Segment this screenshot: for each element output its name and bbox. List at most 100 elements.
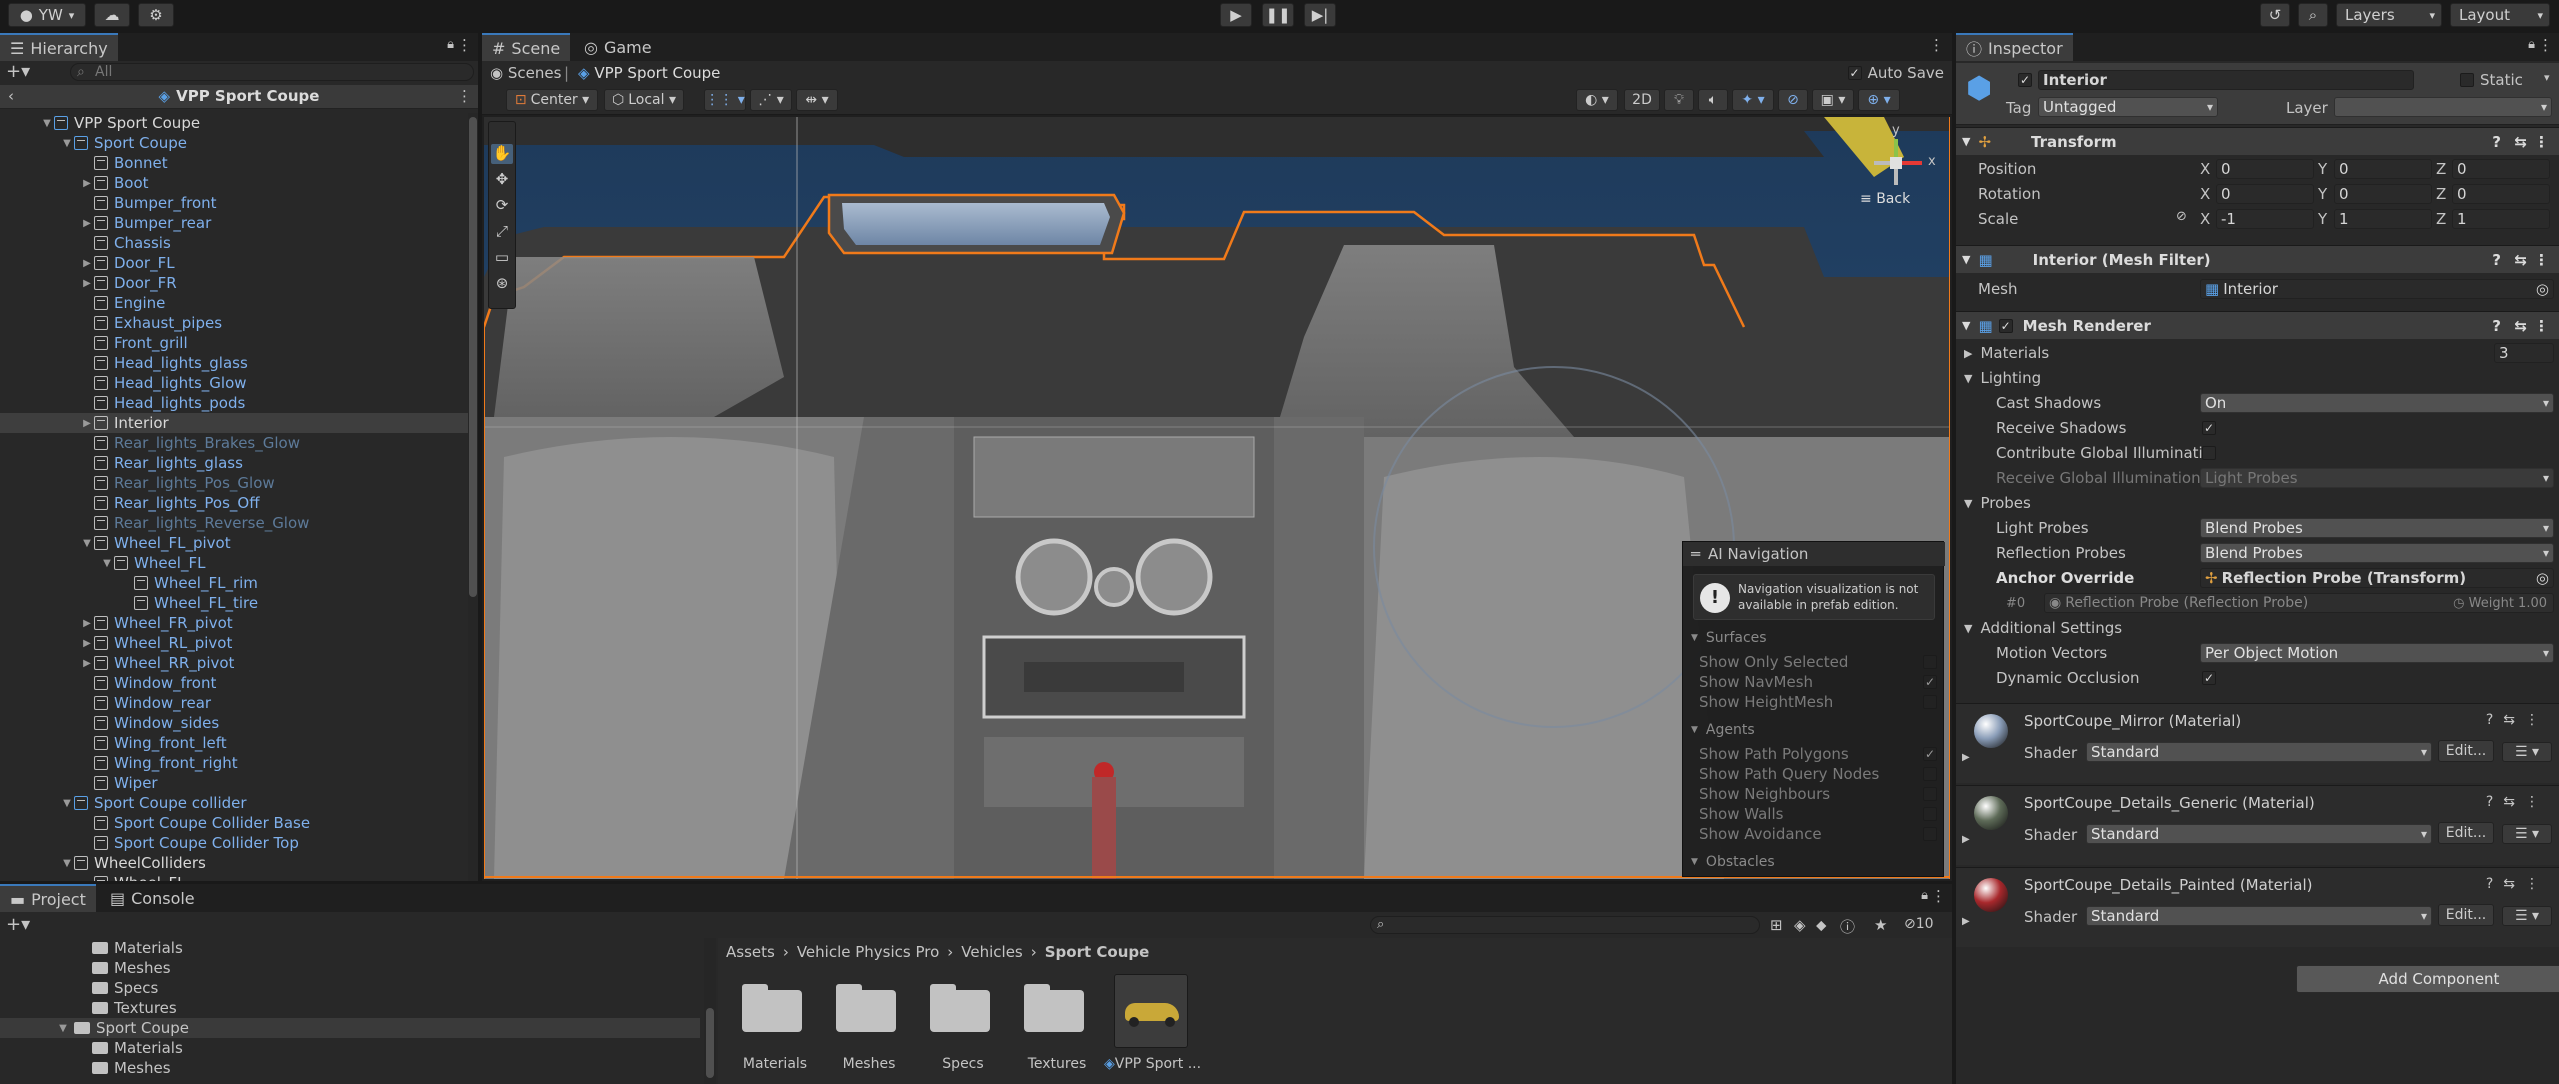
edit-shader-button[interactable]: Edit... <box>2438 822 2494 844</box>
grid-snap-button[interactable]: ⋮⋮ ▾ <box>704 89 746 111</box>
visibility-toggle[interactable]: ⊘ <box>1778 89 1808 111</box>
ai-nav-section-header[interactable]: ▼ Agents <box>1691 720 1755 740</box>
hierarchy-item[interactable]: Rear_lights_Brakes_Glow <box>0 433 470 453</box>
search-by-label-icon[interactable]: ⬥ <box>1816 916 1827 934</box>
preset-icon[interactable]: ⇆ <box>2503 712 2525 728</box>
hierarchy-item[interactable]: ▶ Wheel_FR_pivot <box>0 613 470 633</box>
collapse-arrow-icon[interactable]: ▶ <box>80 178 94 189</box>
transform-header[interactable]: ▼ ✢ Transform ? ⇆ ⋮ <box>1956 127 2559 155</box>
hand-tool-icon[interactable]: ✋ <box>491 144 513 164</box>
project-search-input[interactable]: ⌕ <box>1370 916 1760 934</box>
2d-toggle[interactable]: 2D <box>1624 89 1660 111</box>
project-asset-item[interactable]: ◈VPP Sport ... <box>1104 974 1201 1082</box>
project-tree-item[interactable]: Meshes <box>0 1058 700 1078</box>
tab-hierarchy[interactable]: ☰ Hierarchy <box>0 33 118 61</box>
step-button[interactable]: ▶| <box>1304 3 1336 27</box>
gizmos-button[interactable]: ⊕ ▾ <box>1858 89 1900 111</box>
ai-nav-option-checkbox[interactable] <box>1923 695 1937 709</box>
axis-y-label[interactable]: Y <box>2318 210 2327 228</box>
kebab-menu-icon[interactable]: ⋮ <box>457 87 472 105</box>
ai-nav-option-checkbox[interactable] <box>1923 655 1937 669</box>
collapse-arrow-icon[interactable]: ▶ <box>80 218 94 229</box>
layers-dropdown[interactable]: Layers ▾ <box>2336 3 2442 27</box>
static-checkbox[interactable] <box>2460 73 2474 87</box>
shader-list-button[interactable]: ☰ ▾ <box>2502 906 2552 926</box>
layer-dropdown[interactable] <box>2334 97 2552 117</box>
hidden-packages-toggle[interactable]: ⊘10 <box>1904 916 1934 932</box>
project-breadcrumb-item[interactable]: Sport Coupe <box>1045 943 1150 961</box>
kebab-menu-icon[interactable]: ⋮ <box>2525 876 2549 892</box>
hierarchy-item[interactable]: Exhaust_pipes <box>0 313 470 333</box>
hierarchy-item[interactable]: Head_lights_pods <box>0 393 470 413</box>
active-checkbox[interactable]: ✓ <box>2018 73 2032 87</box>
scale-y-field[interactable]: 1 <box>2334 209 2432 229</box>
hierarchy-item[interactable]: ▶ Door_FR <box>0 273 470 293</box>
hierarchy-scrollbar[interactable] <box>468 113 478 881</box>
project-asset-item[interactable]: Meshes <box>822 974 912 1082</box>
object-name-input[interactable]: Interior <box>2038 70 2414 90</box>
hierarchy-item[interactable]: Head_lights_glass <box>0 353 470 373</box>
collapse-arrow-icon[interactable]: ▶ <box>80 638 94 649</box>
hierarchy-item[interactable]: Window_rear <box>0 693 470 713</box>
shading-mode-button[interactable]: ◐ ▾ <box>1576 89 1618 111</box>
rotation-z-field[interactable]: 0 <box>2452 184 2550 204</box>
edit-shader-button[interactable]: Edit... <box>2438 904 2494 926</box>
project-tree-scrollbar-thumb[interactable] <box>706 1008 714 1078</box>
position-z-field[interactable]: 0 <box>2452 159 2550 179</box>
rotation-y-field[interactable]: 0 <box>2334 184 2432 204</box>
scene-orientation-gizmo[interactable]: y x ≡ Back <box>1848 123 1944 213</box>
chevron-down-icon[interactable]: ▾ <box>2544 71 2550 84</box>
axis-z-label[interactable]: Z <box>2436 185 2446 203</box>
hierarchy-item[interactable]: Wheel_FL_rim <box>0 573 470 593</box>
hierarchy-item[interactable]: Wing_front_left <box>0 733 470 753</box>
kebab-menu-icon[interactable]: ⋮ <box>1929 36 1944 54</box>
project-tree-item[interactable]: Materials <box>0 938 700 958</box>
tab-console[interactable]: ▤ Console <box>100 884 205 912</box>
hierarchy-item[interactable]: Head_lights_Glow <box>0 373 470 393</box>
audio-toggle[interactable]: 🔈︎ <box>1698 89 1728 111</box>
breadcrumb-scenes[interactable]: ◉ Scenes <box>490 64 561 82</box>
hierarchy-item[interactable]: Sport Coupe Collider Top <box>0 833 470 853</box>
fold-arrow-icon[interactable]: ▶ <box>1962 752 1970 763</box>
kebab-menu-icon[interactable]: ⋮ <box>2534 317 2549 335</box>
pivot-dropdown[interactable]: ⊡ Center ▾ <box>506 89 598 111</box>
preset-icon[interactable]: ⇆ <box>2503 794 2525 810</box>
play-button[interactable]: ▶ <box>1220 3 1252 27</box>
mesh-field[interactable]: ▦ Interior ◎ <box>2200 279 2554 299</box>
hierarchy-item[interactable]: ▼ Wheel_FL_pivot <box>0 533 470 553</box>
object-picker-icon[interactable]: ◎ <box>2536 569 2549 587</box>
help-icon[interactable]: ? <box>2486 876 2503 892</box>
project-tree-item[interactable]: Specs <box>0 978 700 998</box>
expand-arrow-icon[interactable]: ▼ <box>80 538 94 549</box>
ai-nav-option-checkbox[interactable]: ✓ <box>1923 747 1937 761</box>
project-breadcrumb-item[interactable]: Vehicles <box>961 943 1022 961</box>
star-icon[interactable]: ★ <box>1874 916 1887 934</box>
help-icon[interactable]: ? <box>2492 251 2501 269</box>
hierarchy-item[interactable]: ▶ Bumper_rear <box>0 213 470 233</box>
hierarchy-item[interactable]: Bumper_front <box>0 193 470 213</box>
hierarchy-item[interactable]: Rear_lights_Pos_Off <box>0 493 470 513</box>
kebab-menu-icon[interactable]: ⋮ <box>2534 251 2549 269</box>
add-component-button[interactable]: Add Component <box>2296 965 2559 993</box>
space-dropdown[interactable]: ⬡ Local ▾ <box>604 89 684 111</box>
preset-icon[interactable]: ⇆ <box>2503 876 2525 892</box>
project-tree-item[interactable]: ▼ Sport Coupe <box>0 1018 700 1038</box>
add-icon[interactable]: +▾ <box>6 61 30 82</box>
hierarchy-item[interactable]: Rear_lights_Reverse_Glow <box>0 513 470 533</box>
collapse-arrow-icon[interactable]: ▶ <box>80 418 94 429</box>
collapse-arrow-icon[interactable]: ▶ <box>80 618 94 629</box>
lock-icon[interactable]: 🔒︎ <box>2528 37 2535 52</box>
hierarchy-item[interactable]: ▶ Wheel_RR_pivot <box>0 653 470 673</box>
tag-dropdown[interactable]: Untagged <box>2038 97 2218 117</box>
tab-project[interactable]: ▬ Project <box>0 884 96 912</box>
project-tree-item[interactable]: Meshes <box>0 958 700 978</box>
preset-icon[interactable]: ⇆ <box>2514 133 2527 151</box>
edit-shader-button[interactable]: Edit... <box>2438 740 2494 762</box>
ai-navigation-header[interactable]: ═ AI Navigation <box>1683 542 1945 566</box>
hierarchy-item[interactable]: Engine <box>0 293 470 313</box>
hierarchy-item[interactable]: Wing_front_right <box>0 753 470 773</box>
expand-arrow-icon[interactable]: ▼ <box>60 138 74 149</box>
preset-icon[interactable]: ⇆ <box>2514 317 2527 335</box>
expand-arrow-icon[interactable]: ▼ <box>60 858 74 869</box>
preset-icon[interactable]: ⇆ <box>2514 251 2527 269</box>
